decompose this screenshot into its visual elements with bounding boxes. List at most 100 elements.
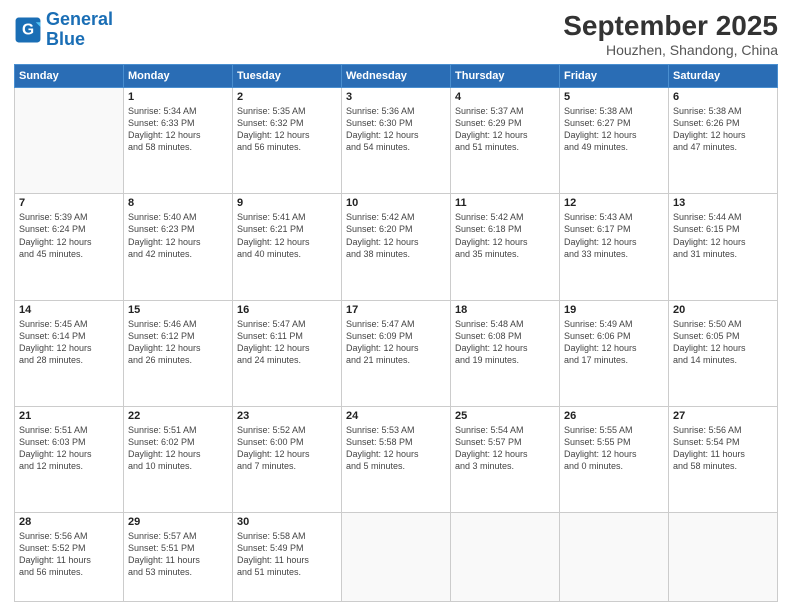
calendar-cell: 22 Sunrise: 5:51 AM Sunset: 6:02 PM Dayli…	[124, 406, 233, 512]
weekday-header-monday: Monday	[124, 65, 233, 88]
day-number: 17	[346, 304, 446, 316]
calendar-cell	[342, 513, 451, 602]
day-number: 28	[19, 516, 119, 528]
calendar-cell: 2Sunrise: 5:35 AM Sunset: 6:32 PM Daylig…	[233, 88, 342, 194]
day-number: 30	[237, 516, 337, 528]
weekday-header-saturday: Saturday	[669, 65, 778, 88]
cell-details: Sunrise: 5:39 AM Sunset: 6:24 PM Dayligh…	[19, 211, 119, 260]
weekday-header-thursday: Thursday	[451, 65, 560, 88]
cell-details: Sunrise: 5:47 AM Sunset: 6:11 PM Dayligh…	[237, 318, 337, 367]
cell-details: Sunrise: 5:58 AM Sunset: 5:49 PM Dayligh…	[237, 530, 337, 579]
day-number: 29	[128, 516, 228, 528]
day-number: 13	[673, 197, 773, 209]
day-number: 2	[237, 91, 337, 103]
calendar-cell: 27 Sunrise: 5:56 AM Sunset: 5:54 PM Dayli…	[669, 406, 778, 512]
calendar-cell	[15, 88, 124, 194]
day-number: 22	[128, 410, 228, 422]
cell-details: Sunrise: 5:51 AM Sunset: 6:03 PM Dayligh…	[19, 424, 119, 473]
weekday-header-friday: Friday	[560, 65, 669, 88]
day-number: 20	[673, 304, 773, 316]
calendar-cell: 3 Sunrise: 5:36 AM Sunset: 6:30 PM Daylig…	[342, 88, 451, 194]
day-number: 24	[346, 410, 446, 422]
calendar-cell: 30 Sunrise: 5:58 AM Sunset: 5:49 PM Dayli…	[233, 513, 342, 602]
location-subtitle: Houzhen, Shandong, China	[563, 42, 778, 58]
header: G General Blue September 2025 Houzhen, S…	[14, 10, 778, 58]
cell-details: Sunrise: 5:36 AM Sunset: 6:30 PM Dayligh…	[346, 105, 446, 154]
calendar-cell: 13 Sunrise: 5:44 AM Sunset: 6:15 PM Dayli…	[669, 194, 778, 300]
day-number: 7	[19, 197, 119, 209]
cell-details: Sunrise: 5:40 AM Sunset: 6:23 PM Dayligh…	[128, 211, 228, 260]
day-number: 5	[564, 91, 664, 103]
cell-details: Sunrise: 5:56 AM Sunset: 5:52 PM Dayligh…	[19, 530, 119, 579]
calendar-cell: 24 Sunrise: 5:53 AM Sunset: 5:58 PM Dayli…	[342, 406, 451, 512]
calendar-cell: 8 Sunrise: 5:40 AM Sunset: 6:23 PM Daylig…	[124, 194, 233, 300]
cell-details: Sunrise: 5:49 AM Sunset: 6:06 PM Dayligh…	[564, 318, 664, 367]
calendar-cell	[669, 513, 778, 602]
calendar-cell: 26Sunrise: 5:55 AM Sunset: 5:55 PM Dayli…	[560, 406, 669, 512]
calendar-cell: 11 Sunrise: 5:42 AM Sunset: 6:18 PM Dayli…	[451, 194, 560, 300]
day-number: 4	[455, 91, 555, 103]
day-number: 6	[673, 91, 773, 103]
day-number: 18	[455, 304, 555, 316]
cell-details: Sunrise: 5:46 AM Sunset: 6:12 PM Dayligh…	[128, 318, 228, 367]
weekday-header-row: SundayMondayTuesdayWednesdayThursdayFrid…	[15, 65, 778, 88]
cell-details: Sunrise: 5:34 AM Sunset: 6:33 PM Dayligh…	[128, 105, 228, 154]
cell-details: Sunrise: 5:50 AM Sunset: 6:05 PM Dayligh…	[673, 318, 773, 367]
logo-icon: G	[14, 16, 42, 44]
week-row-2: 7 Sunrise: 5:39 AM Sunset: 6:24 PM Daylig…	[15, 194, 778, 300]
month-title: September 2025	[563, 10, 778, 42]
weekday-header-wednesday: Wednesday	[342, 65, 451, 88]
calendar-cell: 7 Sunrise: 5:39 AM Sunset: 6:24 PM Daylig…	[15, 194, 124, 300]
day-number: 8	[128, 197, 228, 209]
cell-details: Sunrise: 5:37 AM Sunset: 6:29 PM Dayligh…	[455, 105, 555, 154]
cell-details: Sunrise: 5:56 AM Sunset: 5:54 PM Dayligh…	[673, 424, 773, 473]
logo-line2: Blue	[46, 29, 85, 49]
cell-details: Sunrise: 5:38 AM Sunset: 6:27 PM Dayligh…	[564, 105, 664, 154]
day-number: 23	[237, 410, 337, 422]
weekday-header-tuesday: Tuesday	[233, 65, 342, 88]
day-number: 15	[128, 304, 228, 316]
cell-details: Sunrise: 5:43 AM Sunset: 6:17 PM Dayligh…	[564, 211, 664, 260]
page: G General Blue September 2025 Houzhen, S…	[0, 0, 792, 612]
day-number: 1	[128, 91, 228, 103]
cell-details: Sunrise: 5:53 AM Sunset: 5:58 PM Dayligh…	[346, 424, 446, 473]
svg-text:G: G	[22, 21, 34, 38]
day-number: 11	[455, 197, 555, 209]
day-number: 19	[564, 304, 664, 316]
calendar-cell: 9 Sunrise: 5:41 AM Sunset: 6:21 PM Daylig…	[233, 194, 342, 300]
calendar-cell: 17 Sunrise: 5:47 AM Sunset: 6:09 PM Dayli…	[342, 300, 451, 406]
calendar-cell: 19 Sunrise: 5:49 AM Sunset: 6:06 PM Dayli…	[560, 300, 669, 406]
cell-details: Sunrise: 5:52 AM Sunset: 6:00 PM Dayligh…	[237, 424, 337, 473]
cell-details: Sunrise: 5:42 AM Sunset: 6:18 PM Dayligh…	[455, 211, 555, 260]
week-row-4: 21 Sunrise: 5:51 AM Sunset: 6:03 PM Dayli…	[15, 406, 778, 512]
calendar-cell	[560, 513, 669, 602]
cell-details: Sunrise: 5:42 AM Sunset: 6:20 PM Dayligh…	[346, 211, 446, 260]
weekday-header-sunday: Sunday	[15, 65, 124, 88]
cell-details: Sunrise: 5:55 AM Sunset: 5:55 PM Dayligh…	[564, 424, 664, 473]
cell-details: Sunrise: 5:44 AM Sunset: 6:15 PM Dayligh…	[673, 211, 773, 260]
calendar-cell: 6Sunrise: 5:38 AM Sunset: 6:26 PM Daylig…	[669, 88, 778, 194]
cell-details: Sunrise: 5:54 AM Sunset: 5:57 PM Dayligh…	[455, 424, 555, 473]
day-number: 27	[673, 410, 773, 422]
calendar-cell: 23 Sunrise: 5:52 AM Sunset: 6:00 PM Dayli…	[233, 406, 342, 512]
day-number: 3	[346, 91, 446, 103]
week-row-3: 14Sunrise: 5:45 AM Sunset: 6:14 PM Dayli…	[15, 300, 778, 406]
day-number: 10	[346, 197, 446, 209]
day-number: 14	[19, 304, 119, 316]
calendar-cell: 29Sunrise: 5:57 AM Sunset: 5:51 PM Dayli…	[124, 513, 233, 602]
cell-details: Sunrise: 5:51 AM Sunset: 6:02 PM Dayligh…	[128, 424, 228, 473]
cell-details: Sunrise: 5:41 AM Sunset: 6:21 PM Dayligh…	[237, 211, 337, 260]
calendar-cell: 14Sunrise: 5:45 AM Sunset: 6:14 PM Dayli…	[15, 300, 124, 406]
logo-line1: General	[46, 9, 113, 29]
calendar-cell: 16Sunrise: 5:47 AM Sunset: 6:11 PM Dayli…	[233, 300, 342, 406]
day-number: 21	[19, 410, 119, 422]
calendar-cell: 4 Sunrise: 5:37 AM Sunset: 6:29 PM Daylig…	[451, 88, 560, 194]
calendar-cell: 21 Sunrise: 5:51 AM Sunset: 6:03 PM Dayli…	[15, 406, 124, 512]
logo-text: General Blue	[46, 10, 113, 50]
day-number: 9	[237, 197, 337, 209]
day-number: 25	[455, 410, 555, 422]
title-block: September 2025 Houzhen, Shandong, China	[563, 10, 778, 58]
calendar-cell: 15 Sunrise: 5:46 AM Sunset: 6:12 PM Dayli…	[124, 300, 233, 406]
cell-details: Sunrise: 5:47 AM Sunset: 6:09 PM Dayligh…	[346, 318, 446, 367]
calendar-cell: 25 Sunrise: 5:54 AM Sunset: 5:57 PM Dayli…	[451, 406, 560, 512]
